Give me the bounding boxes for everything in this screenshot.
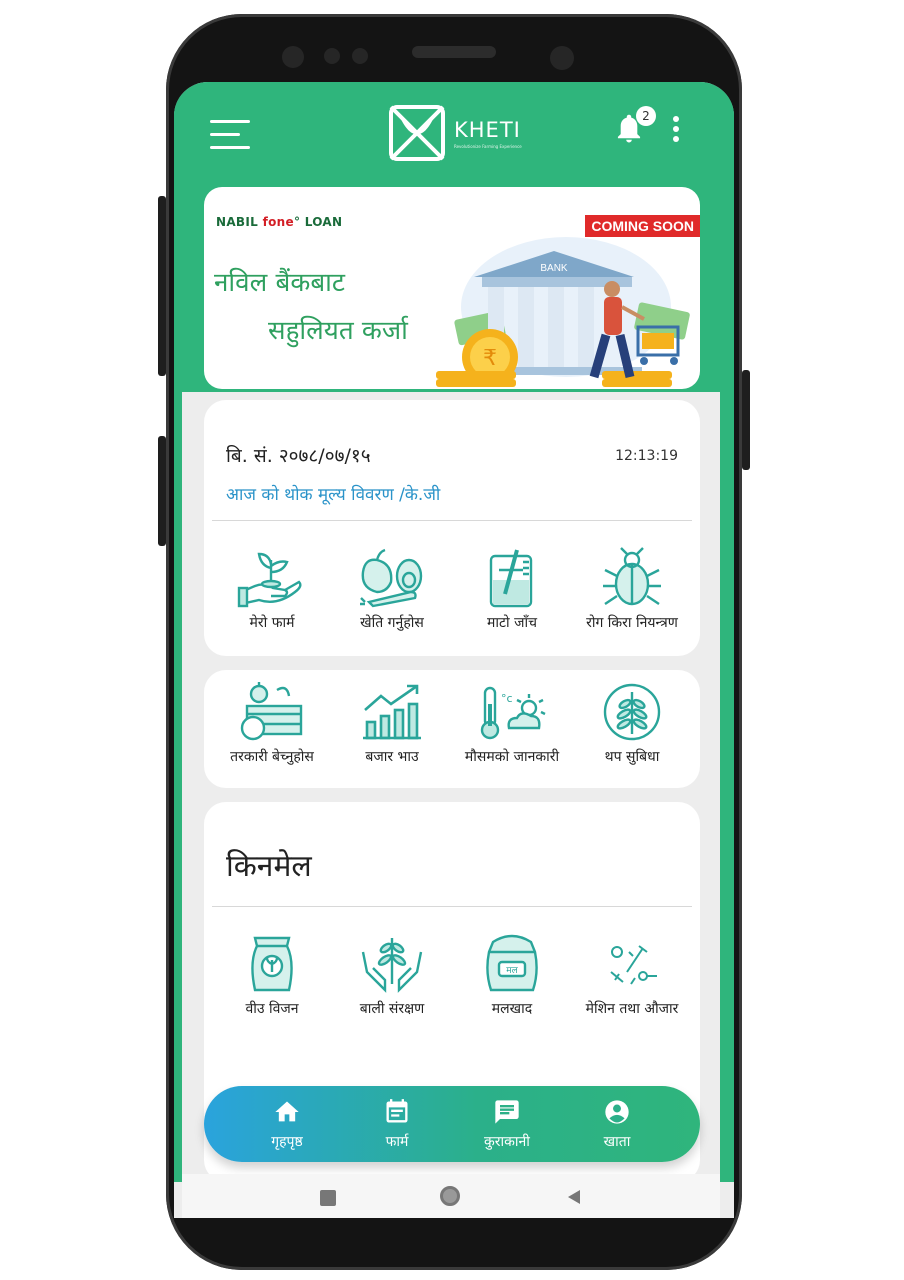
recent-apps-icon[interactable]: [320, 1190, 336, 1206]
soil-test-button[interactable]: माटो जाँच: [457, 546, 567, 631]
fertilizer-button[interactable]: मल मलखाद: [457, 932, 567, 1017]
menu-icon[interactable]: [210, 120, 252, 150]
app-screen: KHETI Revolutionize Farming Experience 2…: [174, 82, 734, 1218]
market-price-button[interactable]: बजार भाउ: [337, 680, 447, 765]
chat-icon: [495, 1100, 519, 1124]
sensor: [324, 48, 340, 64]
banner-brand: NABIL fone° LOAN: [216, 215, 343, 229]
bottom-navigation: गृहपृष्ठ फार्म कुराकानी खाता: [204, 1086, 700, 1162]
svg-text:मल: मल: [506, 966, 518, 976]
soil-test-beaker-icon: [489, 549, 533, 608]
banner-headline: नविल बैंकबाट: [214, 268, 346, 298]
fertilizer-bag-icon: मल: [486, 934, 538, 992]
wholesale-price-link[interactable]: आज को थोक मूल्य विवरण /के.जी: [226, 482, 440, 505]
sensor: [352, 48, 368, 64]
seed-bag-icon: [251, 936, 293, 992]
home-icon: [275, 1101, 299, 1122]
hand-plant-icon: [237, 552, 302, 608]
weather-info-button[interactable]: °c मौसमको जानकारी: [457, 680, 567, 765]
logo-text: KHETI: [454, 118, 521, 142]
volume-button: [158, 196, 166, 376]
nav-chat[interactable]: कुराकानी: [462, 1098, 552, 1151]
logo-tagline: Revolutionize Farming Experience: [454, 144, 522, 149]
front-camera: [550, 46, 574, 70]
bixby-button: [158, 436, 166, 546]
svg-text:₹: ₹: [483, 346, 497, 371]
nav-farm[interactable]: फार्म: [352, 1098, 442, 1151]
nav-account[interactable]: खाता: [572, 1098, 662, 1151]
power-button: [742, 370, 750, 470]
earpiece-speaker: [412, 46, 496, 58]
vegetable-basket-icon: [240, 682, 303, 741]
divider: [212, 520, 692, 521]
more-services-button[interactable]: थप सुबिधा: [577, 680, 687, 765]
back-icon[interactable]: [564, 1188, 582, 1206]
weather-thermometer-icon: °c: [480, 686, 546, 740]
coming-soon-tag: COMING SOON: [585, 215, 700, 237]
nav-home[interactable]: गृहपृष्ठ: [242, 1098, 332, 1151]
fruits-vegetables-icon: [360, 548, 423, 608]
bug-icon: [603, 547, 661, 606]
bank-illustration: BANK ₹: [436, 237, 690, 387]
current-time: 12:13:19: [615, 448, 678, 464]
start-farming-button[interactable]: खेति गर्नुहोस: [337, 546, 447, 631]
loan-banner[interactable]: NABIL fone° LOAN COMING SOON नविल बैंकबा…: [204, 187, 700, 389]
hands-plant-icon: [361, 938, 423, 993]
nepali-date: बि. सं. २०७८/०७/१५: [226, 445, 371, 467]
seeds-button[interactable]: वीउ विजन: [217, 932, 327, 1017]
services-card-2: तरकारी बेच्नुहोस बजार भाउ °c मौसमको जानक…: [204, 670, 700, 788]
kheti-logo: KHETI Revolutionize Farming Experience: [388, 104, 538, 164]
notification-badge: 2: [636, 106, 656, 126]
bank-sign: BANK: [540, 263, 568, 274]
edge-accent: [720, 82, 734, 1182]
sell-vegetables-button[interactable]: तरकारी बेच्नुहोस: [217, 680, 327, 765]
edge-accent: [174, 82, 182, 1182]
shopping-title: किनमेल: [226, 849, 312, 884]
sensor: [282, 46, 304, 68]
pest-control-button[interactable]: रोग किरा नियन्त्रण: [577, 546, 687, 631]
machines-tools-button[interactable]: मेशिन तथा औजार: [577, 932, 687, 1017]
svg-text:°c: °c: [501, 692, 513, 705]
services-card: बि. सं. २०७८/०७/१५ 12:13:19 आज को थोक मू…: [204, 400, 700, 656]
my-farm-button[interactable]: मेरो फार्म: [217, 546, 327, 631]
system-navigation-bar: [182, 1174, 720, 1218]
tools-icon: [610, 945, 657, 985]
wheat-circle-icon: [603, 683, 661, 741]
banner-subheadline: सहुलियत कर्जा: [268, 316, 408, 346]
calendar-icon: [386, 1099, 408, 1123]
divider: [212, 906, 692, 907]
market-chart-icon: [363, 684, 421, 740]
crop-protection-button[interactable]: बाली संरक्षण: [337, 932, 447, 1017]
more-options-icon[interactable]: [670, 116, 682, 146]
home-circle-icon[interactable]: [440, 1186, 460, 1206]
account-icon: [605, 1100, 629, 1124]
